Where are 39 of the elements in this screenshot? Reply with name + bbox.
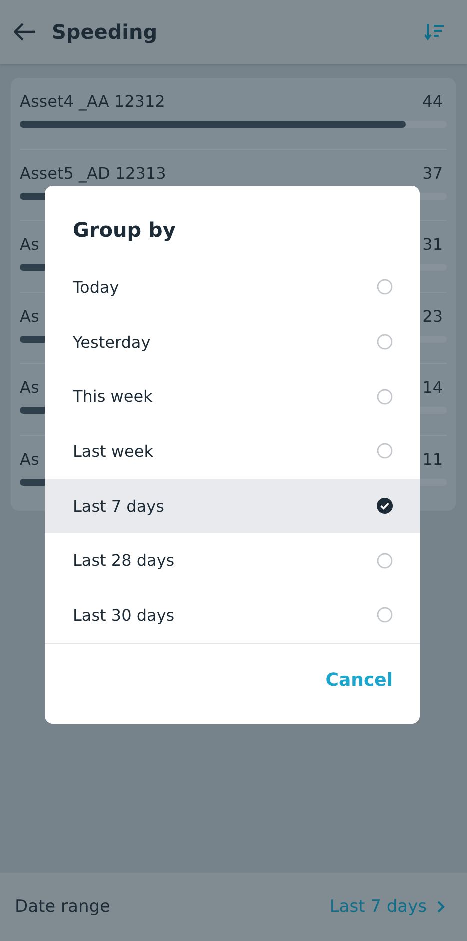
option-label: Last 7 days (73, 496, 164, 516)
asset-name: Asset5 _AD 12313 (20, 164, 166, 182)
option-label: Yesterday (73, 332, 151, 352)
option-row[interactable]: Last week (45, 424, 420, 479)
asset-name: As (20, 450, 40, 468)
asset-count: 11 (422, 450, 443, 468)
option-row[interactable]: Yesterday (45, 314, 420, 370)
radio-button[interactable] (377, 334, 393, 350)
radio-button[interactable] (377, 443, 393, 460)
option-label: Last 30 days (73, 606, 175, 625)
sort-icon[interactable] (425, 23, 445, 41)
screen-title: Speeding (52, 20, 159, 44)
option-row[interactable]: Last 7 days (45, 478, 420, 534)
asset-name: Asset4 _AA 12312 (20, 92, 166, 111)
asset-count: 31 (422, 235, 443, 254)
back-arrow-icon[interactable] (14, 23, 36, 41)
asset-count: 37 (422, 164, 443, 182)
option-row[interactable]: This week (45, 369, 420, 424)
asset-name: As (20, 306, 40, 326)
option-label: Today (73, 278, 120, 297)
radio-button[interactable] (377, 279, 393, 296)
radio-button[interactable] (377, 607, 393, 624)
radio-button[interactable] (377, 552, 393, 569)
option-label: This week (73, 387, 153, 406)
radio-button[interactable] (377, 388, 393, 405)
option-row[interactable]: Today (45, 260, 420, 315)
option-label: Last week (73, 442, 154, 461)
asset-name: As (20, 378, 40, 397)
radio-button[interactable] (377, 498, 393, 514)
asset-name: As (20, 235, 40, 254)
option-row[interactable]: Last 28 days (45, 533, 420, 588)
asset-count: 14 (422, 378, 443, 397)
dialog-title: Group by (72, 217, 177, 244)
option-label: Last 28 days (73, 551, 175, 570)
asset-count: 23 (422, 306, 443, 326)
chevron-right-icon (437, 901, 445, 913)
asset-count: 44 (422, 92, 443, 111)
date-range-label: Date range (15, 897, 110, 917)
option-row[interactable]: Last 30 days (45, 588, 420, 643)
